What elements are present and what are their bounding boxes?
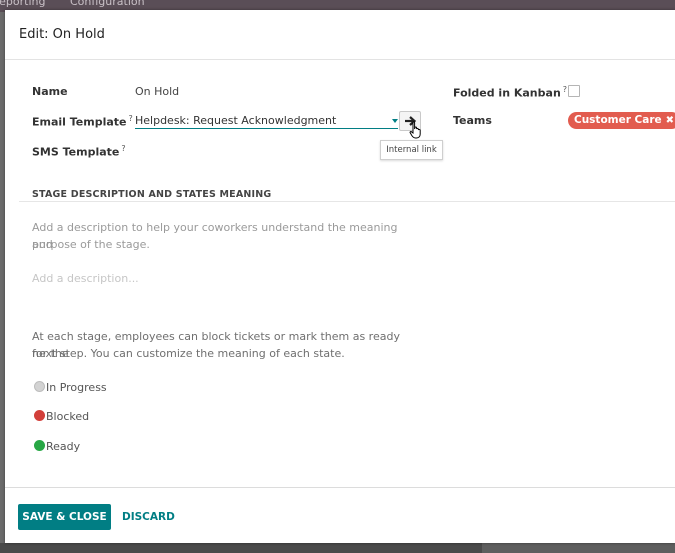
section-divider [19, 201, 675, 202]
state-in-progress: In Progress [34, 381, 107, 394]
team-tag-label: Customer Care [574, 114, 662, 126]
edit-stage-dialog: Edit: On Hold Name On Hold Email Templat… [5, 10, 675, 543]
state-label[interactable]: Blocked [46, 410, 89, 423]
team-tag-customer-care[interactable]: Customer Care ✖ [568, 112, 675, 129]
email-template-field[interactable]: Helpdesk: Request Acknowledgment [135, 112, 398, 129]
background-overlay [0, 543, 675, 553]
sms-template-label: SMS Template? [32, 144, 126, 159]
name-field[interactable]: On Hold [135, 85, 179, 98]
section-title: STAGE DESCRIPTION AND STATES MEANING [32, 189, 272, 200]
teams-label: Teams [453, 114, 492, 127]
help-tooltip-icon[interactable]: ? [129, 114, 133, 123]
background-menu-configuration: Configuration [70, 0, 145, 8]
state-label[interactable]: In Progress [46, 381, 107, 394]
help-tooltip-icon[interactable]: ? [121, 144, 125, 153]
states-help-line-2: next step. You can customize the meaning… [32, 347, 345, 360]
help-tooltip-icon[interactable]: ? [563, 85, 567, 94]
dialog-header: Edit: On Hold [5, 10, 675, 60]
state-label[interactable]: Ready [46, 440, 80, 453]
email-template-label: Email Template? [32, 114, 133, 129]
chevron-down-icon[interactable] [392, 119, 398, 123]
grey-status-dot-icon [34, 381, 45, 392]
state-blocked: Blocked [34, 410, 89, 423]
dialog-title: Edit: On Hold [19, 27, 105, 42]
red-status-dot-icon [34, 410, 45, 421]
name-label: Name [32, 85, 68, 98]
folded-in-kanban-label: Folded in Kanban? [453, 85, 568, 100]
save-and-close-button[interactable]: SAVE & CLOSE [18, 504, 111, 530]
state-ready: Ready [34, 440, 80, 453]
close-icon[interactable]: ✖ [666, 115, 674, 126]
description-editor[interactable]: Add a description... [32, 272, 139, 285]
hand-cursor-icon [409, 121, 421, 139]
background-menu-reporting: Reporting [0, 0, 46, 8]
internal-link-tooltip: Internal link [380, 140, 443, 160]
email-template-value: Helpdesk: Request Acknowledgment [135, 114, 337, 127]
green-status-dot-icon [34, 440, 45, 451]
dialog-footer: SAVE & CLOSE DISCARD [5, 487, 675, 543]
description-help-line-2: purpose of the stage. [32, 238, 150, 251]
discard-button[interactable]: DISCARD [122, 504, 175, 530]
folded-in-kanban-checkbox[interactable] [568, 85, 580, 97]
